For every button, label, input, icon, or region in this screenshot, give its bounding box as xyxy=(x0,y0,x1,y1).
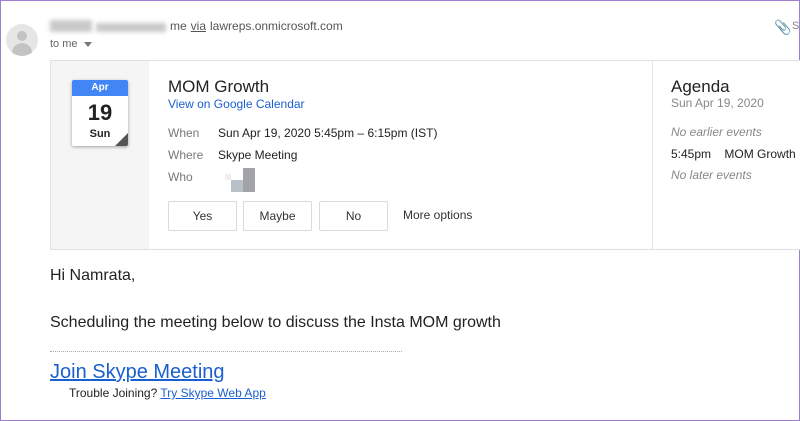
where-value: Skype Meeting xyxy=(218,148,298,162)
paperclip-icon[interactable]: 📎 xyxy=(774,19,791,36)
rsvp-more-options-button[interactable]: More options xyxy=(403,208,472,222)
calendar-month: Apr xyxy=(72,80,128,96)
email-greeting: Hi Namrata, xyxy=(50,267,136,284)
agenda-event-item[interactable]: 5:45pm MOM Growth xyxy=(671,147,796,161)
sender-suffix: me xyxy=(170,19,187,33)
event-title: MOM Growth xyxy=(168,77,270,96)
agenda-date: Sun Apr 19, 2020 xyxy=(671,96,764,110)
sender-avatar[interactable] xyxy=(6,24,38,56)
calendar-date-icon: Apr 19 Sun xyxy=(72,80,128,146)
rsvp-maybe-button[interactable]: Maybe xyxy=(243,201,312,231)
calendar-page-fold xyxy=(115,133,128,146)
view-on-google-calendar-link[interactable]: View on Google Calendar xyxy=(168,97,305,111)
redacted-sender-email xyxy=(96,22,166,32)
guest-avatar[interactable] xyxy=(225,168,257,194)
rsvp-yes-button[interactable]: Yes xyxy=(168,201,237,231)
event-invitation-card: Apr 19 Sun MOM Growth View on Google Cal… xyxy=(50,60,800,250)
agenda-event-time: 5:45pm xyxy=(671,147,712,161)
calendar-icon-panel: Apr 19 Sun xyxy=(51,61,149,249)
card-divider xyxy=(652,61,653,249)
agenda-no-later-events: No later events xyxy=(671,168,752,182)
avatar-person-body xyxy=(12,43,32,56)
guest-avatar-pixel xyxy=(243,168,255,192)
redacted-sender-name xyxy=(50,20,92,32)
dotted-divider xyxy=(50,351,402,352)
avatar-person-icon xyxy=(17,31,27,41)
trouble-joining-line: Trouble Joining? Try Skype Web App xyxy=(69,386,266,400)
attachment-label: S xyxy=(792,20,800,32)
chevron-down-icon xyxy=(83,41,92,47)
email-message: Scheduling the meeting below to discuss … xyxy=(50,314,501,331)
agenda-event-name: MOM Growth xyxy=(724,147,796,161)
rsvp-no-button[interactable]: No xyxy=(319,201,388,231)
try-skype-web-app-link[interactable]: Try Skype Web App xyxy=(160,386,265,400)
who-label: Who xyxy=(168,170,193,184)
sender-line: me via lawreps.onmicrosoft.com xyxy=(50,19,343,33)
when-label: When xyxy=(168,126,200,140)
join-skype-meeting-link[interactable]: Join Skype Meeting xyxy=(50,361,225,384)
via-label[interactable]: via xyxy=(191,19,206,33)
agenda-no-earlier-events: No earlier events xyxy=(671,125,762,139)
guest-avatar-pixel xyxy=(231,180,243,192)
recipient-label: to me xyxy=(50,38,78,50)
agenda-title: Agenda xyxy=(671,77,730,96)
when-value: Sun Apr 19, 2020 5:45pm – 6:15pm (IST) xyxy=(218,126,438,140)
where-label: Where xyxy=(168,148,204,162)
calendar-day: 19 xyxy=(87,100,113,125)
trouble-joining-text: Trouble Joining? xyxy=(69,386,158,400)
via-domain: lawreps.onmicrosoft.com xyxy=(210,19,343,33)
recipient-details-toggle[interactable]: to me xyxy=(50,38,92,50)
